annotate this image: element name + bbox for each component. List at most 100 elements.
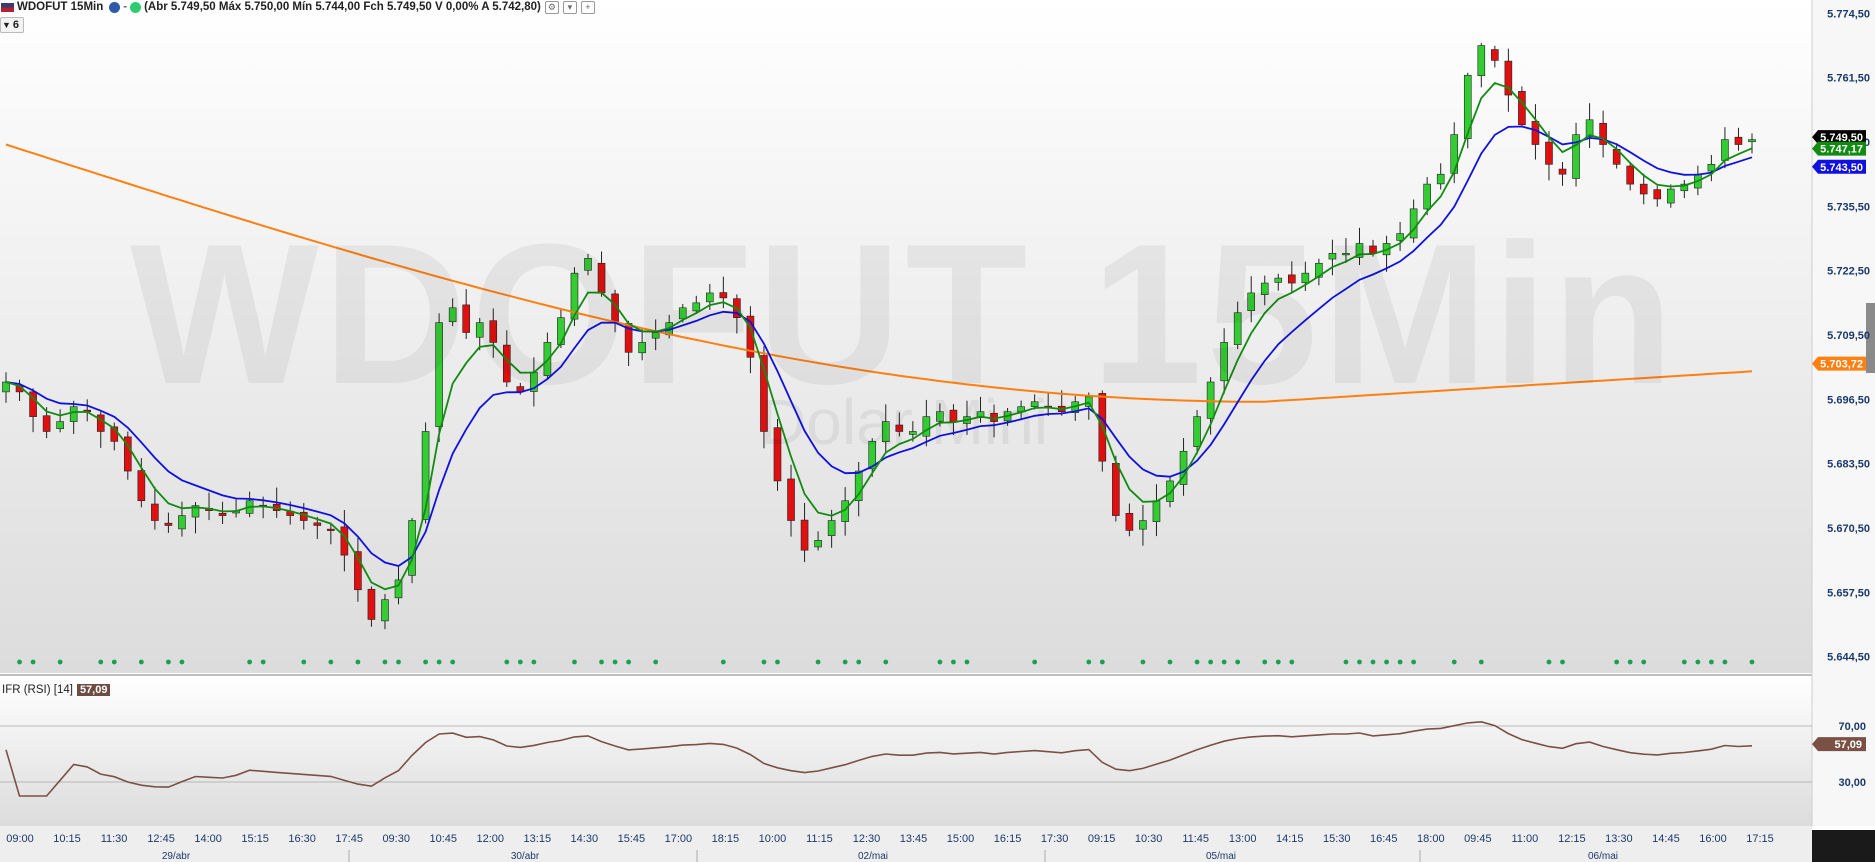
us-flag-icon (1, 2, 14, 12)
signal-dot (1478, 659, 1484, 665)
time-axis-label: 14:15 (1276, 833, 1304, 845)
candle-down (1653, 189, 1662, 200)
candle-down (1558, 168, 1567, 175)
time-axis-label: 15:30 (1323, 833, 1351, 845)
time-axis-label: 11:30 (101, 833, 128, 845)
price-axis-bg (1812, 0, 1875, 826)
time-axis-label: 17:45 (335, 833, 363, 845)
signal-dot (1708, 659, 1714, 665)
time-axis-label: 13:30 (1605, 833, 1633, 845)
study-count: 6 (12, 19, 20, 31)
candle-up (1436, 173, 1445, 185)
time-axis-label: 09:30 (382, 833, 410, 845)
price-axis-label: 5.644,50 (1827, 652, 1870, 664)
price-axis-label: 5.722,50 (1827, 266, 1870, 278)
candle-up (56, 421, 64, 429)
candle-up (1139, 520, 1147, 530)
candle-down (42, 415, 51, 432)
settings-icon[interactable]: ⚙ (544, 0, 559, 14)
dropdown-icon[interactable]: ▾ (562, 0, 577, 14)
signal-dot (815, 659, 821, 665)
signal-dot (1357, 659, 1362, 665)
candle-up (381, 599, 389, 622)
rsi-axis-label: 70,00 (1838, 721, 1866, 733)
time-axis-label: 12:30 (853, 833, 881, 845)
time-axis-label: 11:15 (806, 833, 833, 845)
candle-up (1707, 164, 1716, 172)
rsi-axis-label: 30,00 (1838, 777, 1866, 789)
candle-down (218, 512, 227, 516)
signal-dot (761, 659, 767, 665)
signal-dot (1221, 659, 1227, 665)
add-icon[interactable]: + (580, 0, 595, 14)
candle-up (1450, 134, 1459, 174)
price-tag: 5.743,50 (1812, 159, 1866, 174)
signal-dot (1208, 659, 1214, 665)
signal-dot (1749, 659, 1755, 665)
signal-dot (1086, 659, 1092, 665)
signal-dot (964, 659, 970, 665)
price-tag-label: 5.743,50 (1820, 162, 1863, 174)
signal-dot (599, 659, 604, 665)
time-axis-label: 15:15 (241, 833, 269, 845)
price-axis-label: 5.696,50 (1827, 394, 1870, 406)
time-axis-label: 17:00 (665, 833, 693, 845)
candle-up (827, 520, 836, 536)
signal-dot (1032, 659, 1038, 665)
signal-dot (423, 659, 428, 665)
time-axis-label: 09:15 (1088, 833, 1116, 845)
time-axis-label: 16:30 (288, 833, 316, 845)
signal-dot (260, 659, 266, 665)
signal-dot (951, 659, 956, 665)
rsi-label[interactable]: IFR (RSI) [14] (2, 684, 73, 696)
candle-down (367, 588, 376, 620)
symbol-label[interactable]: WDOFUT 15Min (17, 1, 103, 13)
signal-dot (1397, 659, 1403, 665)
triangle-down-icon: ▼ (2, 20, 11, 30)
studies-toggle[interactable]: ▼ 6 (0, 17, 24, 33)
candle-up (1477, 45, 1486, 76)
watermark-subtitle: Dolar Mini (760, 386, 1049, 458)
signal-dot (450, 659, 456, 665)
signal-dot (17, 659, 22, 665)
candle-down (1125, 512, 1134, 531)
time-axis-label: 10:45 (429, 833, 457, 845)
signal-dot (1099, 659, 1105, 665)
price-axis-label: 5.709,50 (1827, 330, 1870, 342)
candle-down (1531, 121, 1540, 145)
signal-dot (166, 659, 171, 665)
candle-up (1721, 139, 1729, 161)
separator: - (123, 1, 128, 13)
time-axis-label: 12:00 (477, 833, 505, 845)
signal-dot (572, 659, 577, 665)
time-axis-label: 16:45 (1370, 833, 1398, 845)
candle-down (1491, 49, 1499, 61)
candle-down (164, 522, 173, 526)
time-axis-label: 11:45 (1182, 833, 1209, 845)
signal-dot (57, 659, 63, 665)
time-axis-label: 18:15 (712, 833, 740, 845)
signal-dot (1275, 659, 1281, 665)
candle-down (1626, 165, 1634, 185)
time-axis-label: 09:00 (6, 833, 34, 845)
time-axis-label: 15:00 (947, 833, 975, 845)
signal-dot (355, 659, 361, 665)
date-label: 05/mai (1206, 851, 1236, 862)
signal-dot (1370, 659, 1376, 665)
price-axis-label: 5.657,50 (1827, 587, 1870, 599)
price-axis-label: 5.683,50 (1827, 459, 1870, 471)
date-label: 06/mai (1588, 851, 1618, 862)
signal-dot (1695, 659, 1701, 665)
signal-dot (98, 659, 104, 665)
signal-dot (436, 659, 442, 665)
time-axis-label: 16:00 (1699, 833, 1727, 845)
rsi-value-badge: 57,09 (76, 684, 111, 696)
time-axis-label: 10:30 (1135, 833, 1163, 845)
signal-dot (775, 659, 780, 665)
signal-dot (1167, 659, 1173, 665)
chart-header: WDOFUT 15Min - (Abr 5.749,50 Máx 5.750,0… (0, 0, 595, 14)
green-status-icon (130, 1, 142, 13)
signal-dot (1451, 659, 1457, 665)
time-axis-label: 10:15 (53, 833, 81, 845)
signal-dot (842, 659, 848, 665)
